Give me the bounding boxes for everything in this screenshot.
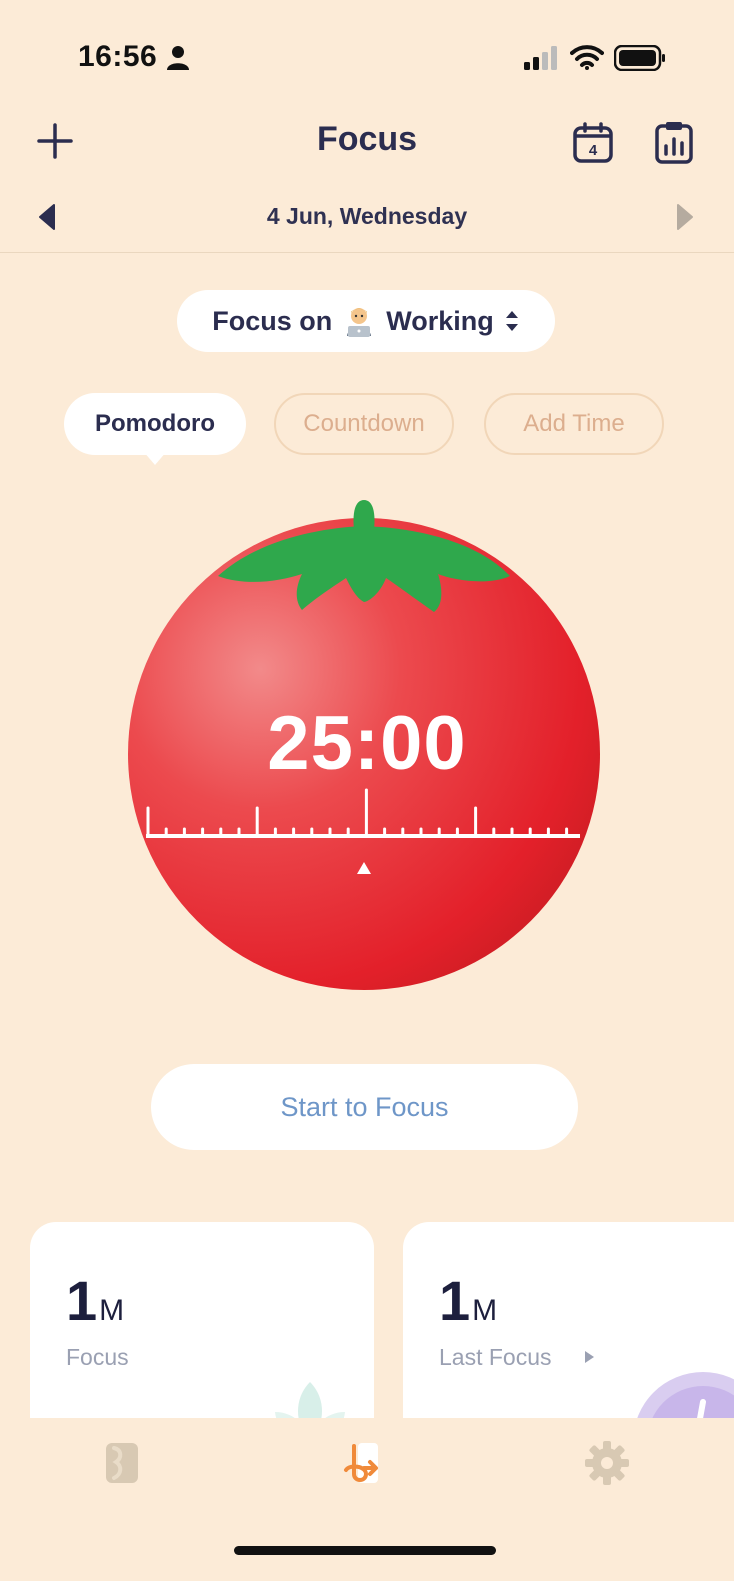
status-time: 16:56 (78, 40, 158, 73)
active-tab-pointer (143, 451, 167, 465)
focus-task-selector[interactable]: Focus on Working (177, 290, 555, 352)
card-value-number: 1 (66, 1269, 98, 1332)
next-day-arrow-icon[interactable] (672, 202, 696, 232)
timer-display: 25:00 (267, 701, 467, 786)
card-label: Focus (66, 1344, 129, 1370)
card-value: 1M (66, 1268, 124, 1333)
home-indicator (234, 1546, 496, 1555)
tab-countdown[interactable]: Countdown (274, 393, 454, 455)
focus-prefix-label: Focus on (212, 305, 333, 336)
divider (0, 252, 734, 253)
card-value-unit: M (472, 1294, 498, 1327)
card-value-number: 1 (439, 1269, 471, 1332)
calendar-icon[interactable]: 4 (572, 122, 614, 164)
journal-icon[interactable] (98, 1438, 148, 1488)
card-value-unit: M (99, 1294, 125, 1327)
technologist-emoji-icon (347, 308, 372, 337)
page-title: Focus (316, 120, 418, 158)
chevron-updown-icon (505, 311, 518, 331)
focus-task-label: Working (386, 305, 494, 336)
settings-gear-icon[interactable] (582, 1438, 632, 1488)
card-label: Last Focus (439, 1344, 552, 1370)
stats-clipboard-icon[interactable] (654, 120, 694, 164)
chevron-right-icon (585, 1351, 594, 1363)
signal-icon (524, 46, 557, 70)
card-value: 1M (439, 1268, 497, 1333)
wifi-icon (570, 45, 604, 70)
tab-add-time[interactable]: Add Time (484, 393, 664, 455)
focus-timer-icon[interactable] (336, 1438, 386, 1488)
person-icon (167, 46, 189, 70)
battery-icon (614, 45, 665, 71)
date-label: 4 Jun, Wednesday (266, 203, 468, 229)
tab-pomodoro[interactable]: Pomodoro (64, 393, 246, 455)
start-focus-button[interactable]: Start to Focus (151, 1064, 578, 1150)
calendar-day-text: 4 (589, 142, 598, 159)
